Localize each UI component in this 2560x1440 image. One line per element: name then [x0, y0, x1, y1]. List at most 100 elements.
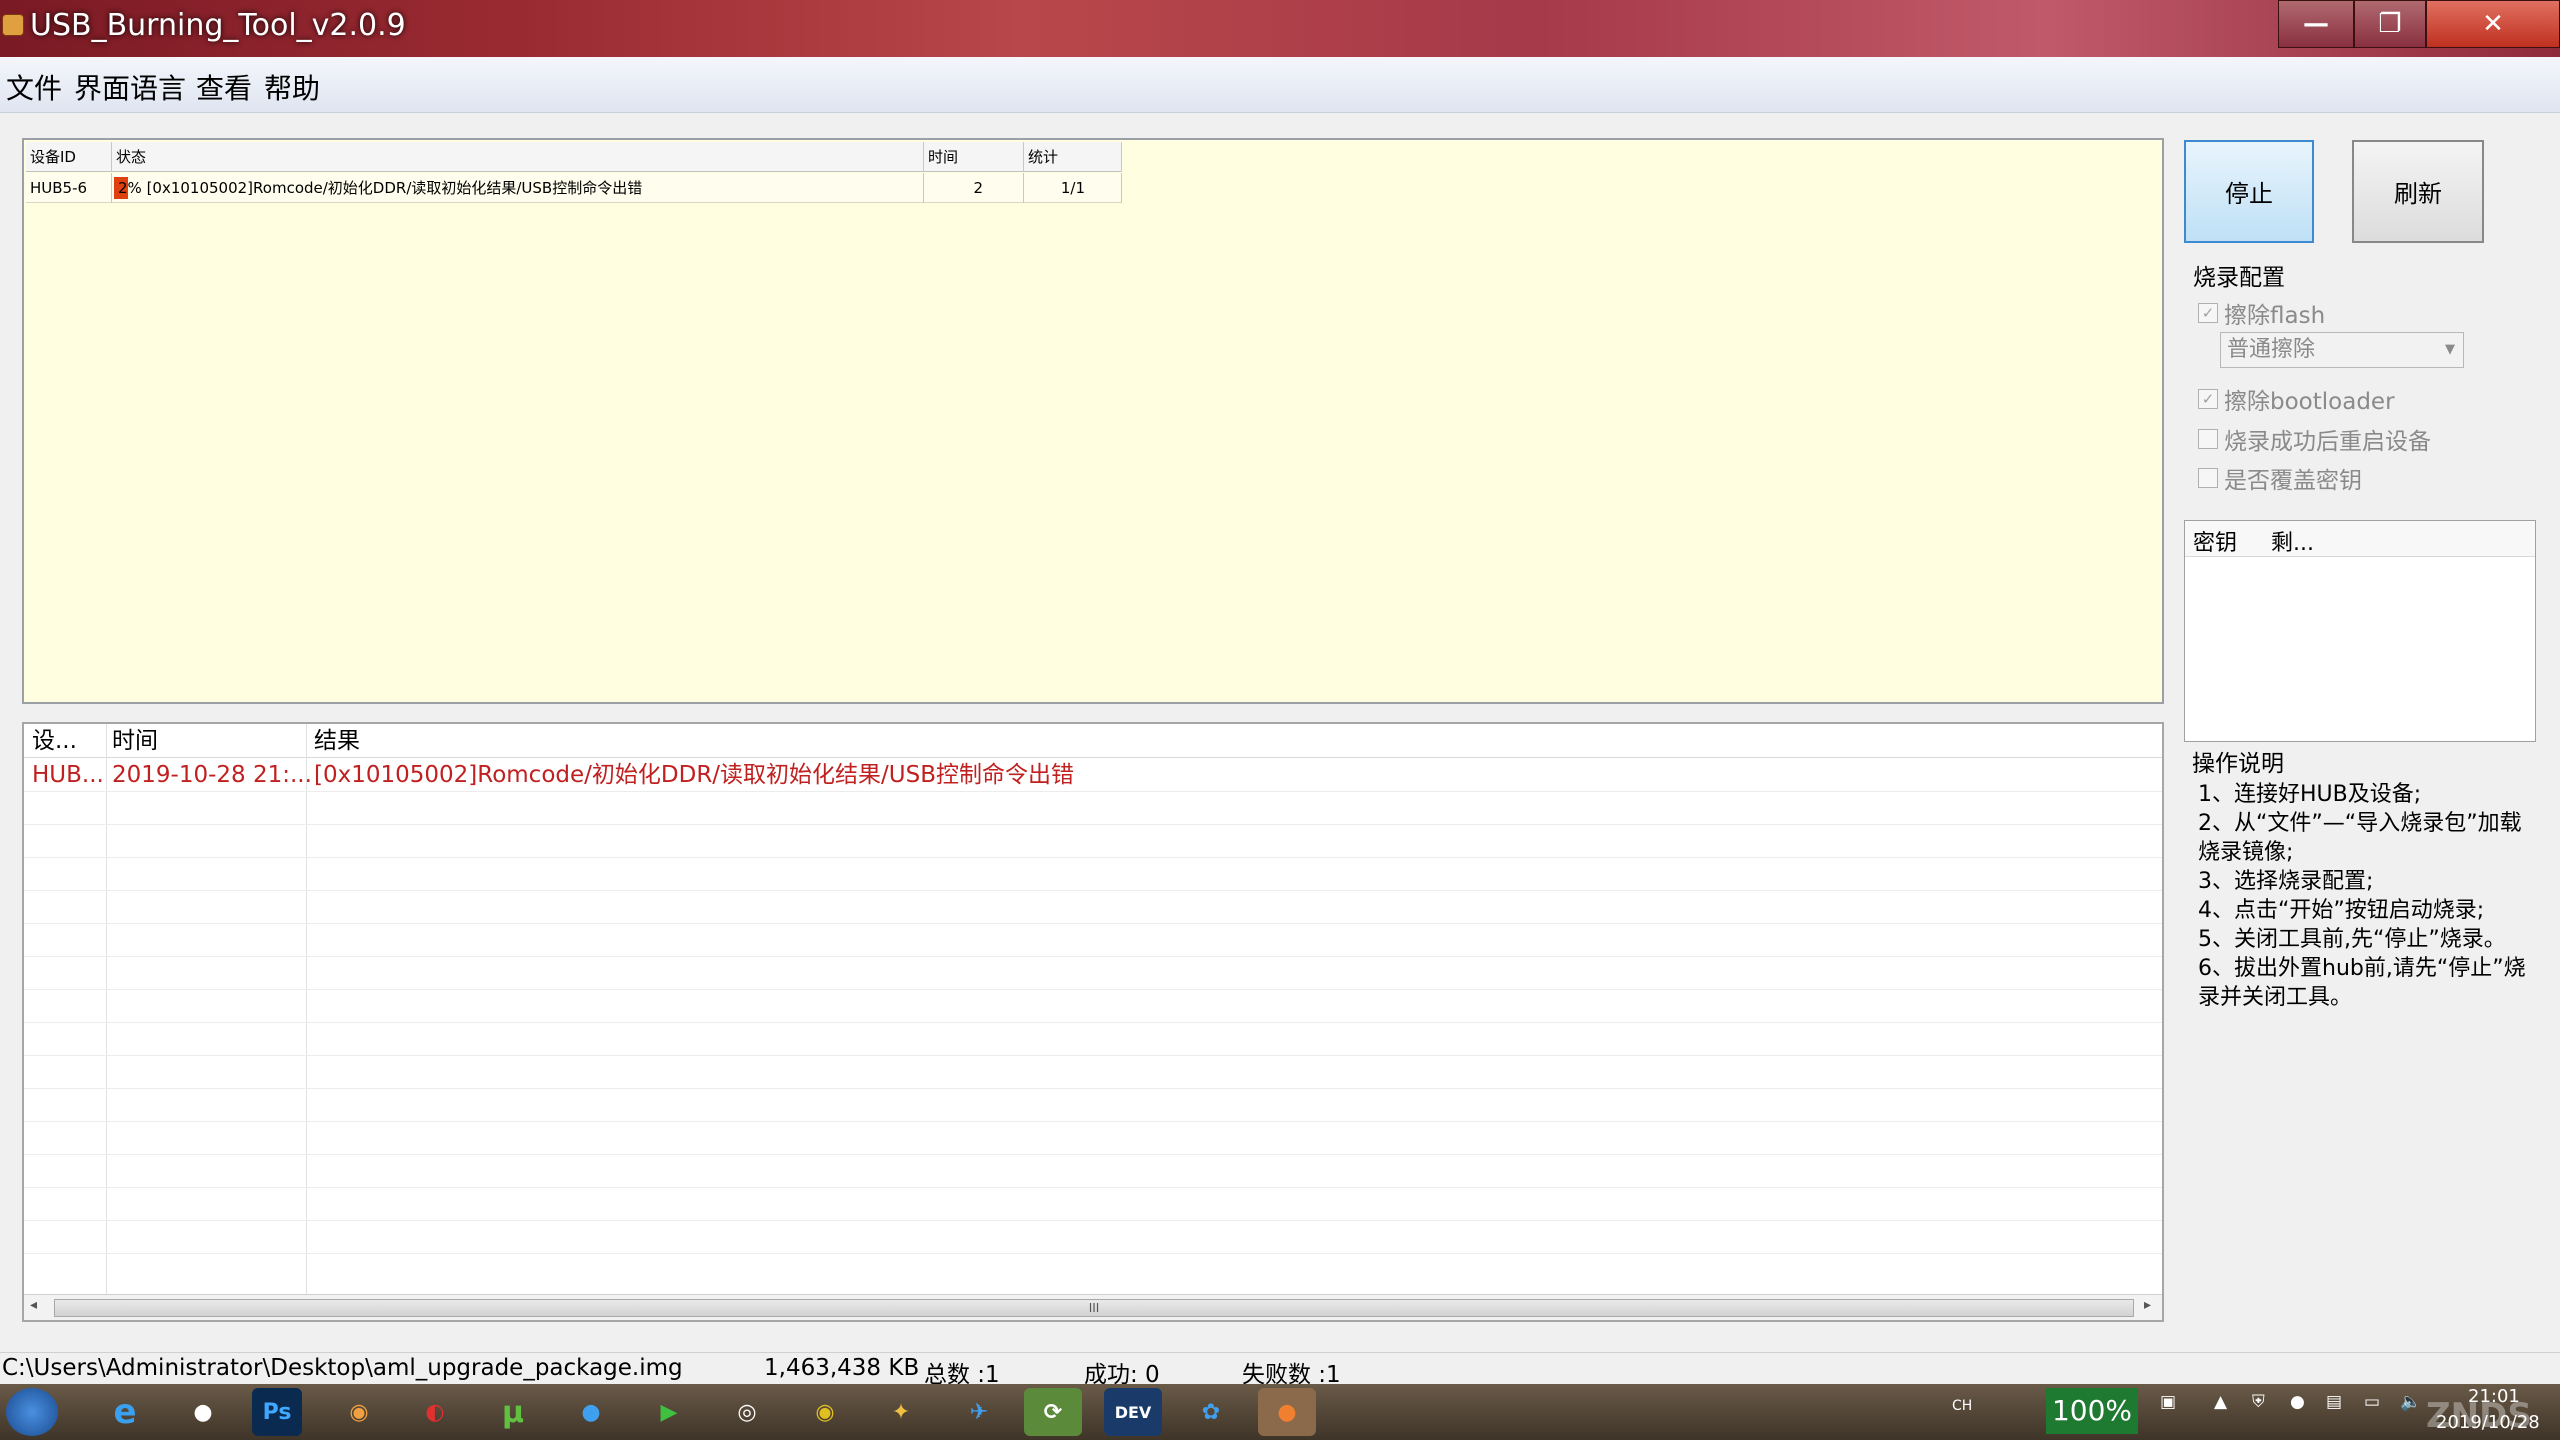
col-log-device[interactable]: 设... [32, 724, 77, 758]
minimize-button[interactable]: — [2278, 0, 2354, 48]
reboot-after-label: 烧录成功后重启设备 [2224, 429, 2431, 455]
column-divider [106, 724, 107, 1294]
reboot-after-checkbox[interactable]: 烧录成功后重启设备 [2198, 422, 2431, 456]
menu-help[interactable]: 帮助 [264, 67, 320, 107]
col-device-id[interactable]: 设备ID [26, 142, 112, 172]
overwrite-key-label: 是否覆盖密钥 [2224, 468, 2362, 494]
ie-icon[interactable]: e [96, 1388, 154, 1436]
instructions-title: 操作说明 [2192, 751, 2284, 777]
cloud-icon[interactable]: ✿ [1182, 1388, 1240, 1436]
media-player-icon[interactable]: ● [562, 1388, 620, 1436]
device-row[interactable]: HUB5-6 2% [0x10105002]Romcode/初始化DDR/读取初… [26, 173, 1122, 203]
erase-flash-label: 擦除flash [2224, 303, 2326, 329]
instruction-line: 3、选择烧录配置; [2198, 869, 2374, 894]
game-icon[interactable]: ✦ [872, 1388, 930, 1436]
overwrite-key-checkbox[interactable]: 是否覆盖密钥 [2198, 461, 2362, 495]
device-stats: 1/1 [1024, 173, 1122, 203]
col-stats[interactable]: 统计 [1024, 142, 1122, 172]
instruction-line: 5、关闭工具前,先“停止”烧录。 [2198, 927, 2506, 952]
checkbox-checked-icon: ✓ [2198, 389, 2218, 409]
menu-view[interactable]: 查看 [196, 67, 252, 107]
dropdown-arrow-icon: ▼ [2445, 342, 2455, 357]
messenger-icon[interactable]: ✈ [950, 1388, 1008, 1436]
log-table-header: 设... 时间 结果 [24, 724, 2162, 758]
volume-icon[interactable]: 🔈 [2400, 1392, 2421, 1412]
column-divider [306, 724, 307, 1294]
tray-expand-icon[interactable]: ▲ [2214, 1392, 2227, 1412]
utorrent-icon[interactable]: µ [484, 1388, 542, 1436]
security-icon[interactable]: ⛨ [2252, 1392, 2265, 1412]
device-table: 设备ID 状态 时间 统计 HUB5-6 2% [0x10105002]Romc… [22, 138, 2164, 704]
clock-date[interactable]: 2019/10/28 [2436, 1412, 2540, 1433]
qq-icon[interactable]: ● [174, 1388, 232, 1436]
close-button[interactable]: ✕ [2426, 0, 2560, 48]
row-divider [24, 1187, 2162, 1188]
row-divider [24, 1220, 2162, 1221]
key-list[interactable]: 密钥 剩... [2184, 520, 2536, 742]
status-file-size: 1,463,438 KB [764, 1355, 920, 1381]
instruction-line: 4、点击“开始”按钮启动烧录; [2198, 898, 2485, 923]
row-divider [24, 956, 2162, 957]
menu-language[interactable]: 界面语言 [74, 67, 186, 107]
monitor-icon[interactable]: ▭ [2364, 1392, 2380, 1412]
devc-icon[interactable]: DEV [1104, 1388, 1162, 1436]
device-tray-icon[interactable]: ▤ [2326, 1392, 2342, 1412]
log-table[interactable]: 设... 时间 结果 HUB... 2019-10-28 21:... [0x1… [22, 722, 2164, 1322]
maximize-button[interactable]: ❐ [2354, 0, 2426, 48]
col-log-result[interactable]: 结果 [314, 724, 360, 758]
clock-time[interactable]: 21:01 [2468, 1386, 2520, 1407]
menu-bar: 文件 界面语言 查看 帮助 [0, 57, 2560, 113]
app-icon [2, 14, 24, 36]
wechat-icon[interactable]: ◎ [718, 1388, 776, 1436]
scroll-left-icon[interactable]: ◂ [30, 1297, 37, 1313]
chrome-icon[interactable]: ◉ [796, 1388, 854, 1436]
col-status[interactable]: 状态 [112, 142, 924, 172]
col-log-time[interactable]: 时间 [112, 724, 158, 758]
scrollbar-thumb[interactable]: III [54, 1299, 2134, 1317]
status-file-path: C:\Users\Administrator\Desktop\aml_upgra… [2, 1355, 683, 1381]
col-remaining[interactable]: 剩... [2271, 525, 2314, 557]
col-time[interactable]: 时间 [924, 142, 1024, 172]
scroll-right-icon[interactable]: ▸ [2144, 1297, 2151, 1313]
active-app-icon[interactable]: ⟳ [1024, 1388, 1082, 1436]
browser-icon[interactable]: ◉ [330, 1388, 388, 1436]
row-divider [24, 1055, 2162, 1056]
instruction-line: 6、拔出外置hub前,请先“停止”烧录并关闭工具。 [2198, 956, 2526, 1010]
log-row[interactable]: HUB... 2019-10-28 21:... [0x10105002]Rom… [24, 758, 2162, 791]
app-icon-red[interactable]: ◐ [406, 1388, 464, 1436]
col-key[interactable]: 密钥 [2193, 525, 2237, 557]
checkbox-empty-icon [2198, 429, 2218, 449]
menu-file[interactable]: 文件 [6, 67, 62, 107]
erase-bootloader-label: 擦除bootloader [2224, 389, 2395, 415]
config-title: 烧录配置 [2193, 265, 2285, 291]
battery-indicator[interactable]: 100% [2046, 1388, 2138, 1434]
usb-burning-tool-icon[interactable]: ● [1258, 1388, 1316, 1436]
erase-flash-checkbox[interactable]: ✓ 擦除flash [2198, 296, 2325, 330]
device-table-header: 设备ID 状态 时间 统计 [26, 142, 1122, 172]
language-indicator[interactable]: CH [1952, 1398, 1972, 1414]
device-status: 2% [0x10105002]Romcode/初始化DDR/读取初始化结果/US… [112, 173, 924, 203]
log-result: [0x10105002]Romcode/初始化DDR/读取初始化结果/USB控制… [314, 762, 1075, 788]
row-divider [24, 857, 2162, 858]
key-list-header: 密钥 剩... [2185, 521, 2535, 557]
photoshop-icon[interactable]: Ps [252, 1388, 302, 1436]
log-time: 2019-10-28 21:... [112, 762, 312, 788]
device-id: HUB5-6 [26, 173, 112, 203]
window-title: USB_Burning_Tool_v2.0.9 [30, 8, 406, 43]
network-icon[interactable]: ▣ [2160, 1392, 2176, 1412]
device-time: 2 [924, 173, 1024, 203]
play-icon[interactable]: ▶ [640, 1388, 698, 1436]
erase-bootloader-checkbox[interactable]: ✓ 擦除bootloader [2198, 382, 2395, 416]
erase-mode-select[interactable]: 普通擦除 ▼ [2220, 332, 2464, 368]
row-divider [24, 989, 2162, 990]
row-divider [24, 890, 2162, 891]
start-button-icon[interactable] [6, 1388, 58, 1436]
checkbox-checked-icon: ✓ [2198, 303, 2218, 323]
horizontal-scrollbar[interactable]: ◂ III ▸ [24, 1294, 2162, 1320]
app-tray-icon[interactable]: ● [2290, 1392, 2305, 1412]
refresh-button[interactable]: 刷新 [2352, 140, 2484, 243]
row-divider [24, 824, 2162, 825]
title-bar: USB_Burning_Tool_v2.0.9 — ❐ ✕ [0, 0, 2560, 57]
stop-button[interactable]: 停止 [2184, 140, 2314, 243]
row-divider [24, 923, 2162, 924]
